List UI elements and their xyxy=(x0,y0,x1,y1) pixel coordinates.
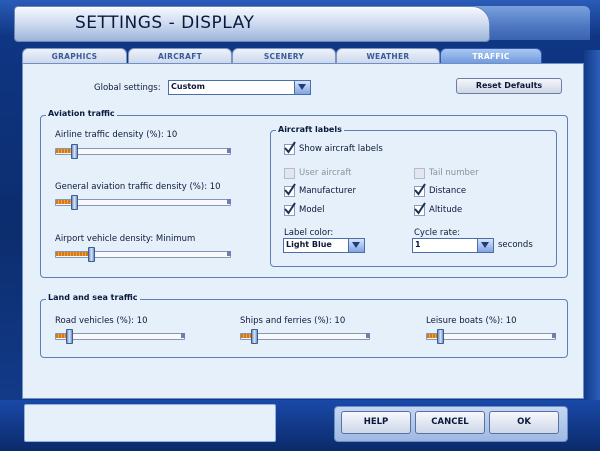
slider-thumb[interactable] xyxy=(251,329,258,344)
reset-defaults-button[interactable]: Reset Defaults xyxy=(456,78,562,94)
status-box xyxy=(24,404,276,442)
aviation-traffic-title: Aviation traffic xyxy=(46,109,117,118)
slider-thumb[interactable] xyxy=(71,195,78,210)
cycle-rate-value: 1 xyxy=(415,240,421,249)
show-labels-checkbox[interactable] xyxy=(284,141,296,155)
global-settings-value: Custom xyxy=(171,82,205,91)
checkmark-icon xyxy=(284,183,296,196)
checkmark-icon xyxy=(284,202,296,215)
ships-ferries-slider[interactable] xyxy=(240,329,370,344)
show-labels-label: Show aircraft labels xyxy=(299,144,383,154)
airport-vehicle-density-slider[interactable] xyxy=(55,247,231,262)
title-bar: SETTINGS - DISPLAY xyxy=(14,6,490,42)
slider-thumb[interactable] xyxy=(88,247,95,262)
model-checkbox[interactable] xyxy=(284,202,296,216)
window-title: SETTINGS - DISPLAY xyxy=(75,13,255,33)
airline-density-label: Airline traffic density (%): 10 xyxy=(55,130,178,140)
land-sea-traffic-title: Land and sea traffic xyxy=(46,293,140,302)
chevron-down-icon[interactable] xyxy=(348,239,364,252)
traffic-panel: Global settings: Custom Reset Defaults A… xyxy=(22,63,584,399)
label-color-value: Light Blue xyxy=(286,240,332,249)
ok-button[interactable]: OK xyxy=(489,411,559,434)
altitude-checkbox[interactable] xyxy=(414,202,426,216)
distance-checkbox[interactable] xyxy=(414,183,426,197)
cycle-rate-label: Cycle rate: xyxy=(414,228,461,238)
user-aircraft-checkbox[interactable] xyxy=(284,168,295,179)
general-aviation-density-slider[interactable] xyxy=(55,195,231,210)
slider-thumb[interactable] xyxy=(66,329,73,344)
tab-scenery[interactable]: SCENERY xyxy=(232,48,336,64)
cycle-rate-unit: seconds xyxy=(498,240,533,250)
tab-weather[interactable]: WEATHER xyxy=(336,48,440,64)
leisure-boats-slider[interactable] xyxy=(426,329,556,344)
manufacturer-checkbox[interactable] xyxy=(284,183,296,197)
chevron-down-icon[interactable] xyxy=(477,239,493,252)
airport-vehicle-density-label: Airport vehicle density: Minimum xyxy=(55,234,196,244)
tab-graphics[interactable]: GRAPHICS xyxy=(22,48,127,64)
window-right-edge xyxy=(584,50,600,405)
airline-density-slider[interactable] xyxy=(55,144,231,159)
tab-aircraft[interactable]: AIRCRAFT xyxy=(128,48,232,64)
label-color-label: Label color: xyxy=(284,228,334,238)
road-vehicles-slider[interactable] xyxy=(55,329,185,344)
checkmark-icon xyxy=(284,141,296,154)
checkmark-icon xyxy=(414,183,426,196)
leisure-boats-label: Leisure boats (%): 10 xyxy=(426,316,517,326)
tab-traffic[interactable]: TRAFFIC xyxy=(440,48,542,64)
slider-thumb[interactable] xyxy=(71,144,78,159)
cycle-rate-dropdown[interactable]: 1 xyxy=(412,238,494,253)
road-vehicles-label: Road vehicles (%): 10 xyxy=(55,316,148,326)
tab-bar: GRAPHICS AIRCRAFT SCENERY WEATHER TRAFFI… xyxy=(22,48,582,64)
cancel-button[interactable]: CANCEL xyxy=(415,411,485,434)
manufacturer-label: Manufacturer xyxy=(299,186,356,196)
aircraft-labels-title: Aircraft labels xyxy=(276,125,344,134)
global-settings-dropdown[interactable]: Custom xyxy=(168,80,311,95)
global-settings-label: Global settings: xyxy=(94,83,161,93)
user-aircraft-label: User aircraft xyxy=(299,168,352,178)
model-label: Model xyxy=(299,205,325,215)
checkmark-icon xyxy=(414,202,426,215)
slider-thumb[interactable] xyxy=(437,329,444,344)
distance-label: Distance xyxy=(429,186,467,196)
chevron-down-icon[interactable] xyxy=(294,81,310,94)
ships-ferries-label: Ships and ferries (%): 10 xyxy=(240,316,346,326)
tail-number-checkbox[interactable] xyxy=(414,168,425,179)
altitude-label: Altitude xyxy=(429,205,463,215)
general-aviation-density-label: General aviation traffic density (%): 10 xyxy=(55,182,221,192)
label-color-dropdown[interactable]: Light Blue xyxy=(283,238,365,253)
help-button[interactable]: HELP xyxy=(341,411,411,434)
tail-number-label: Tail number xyxy=(429,168,479,178)
land-sea-traffic-group xyxy=(40,299,568,358)
